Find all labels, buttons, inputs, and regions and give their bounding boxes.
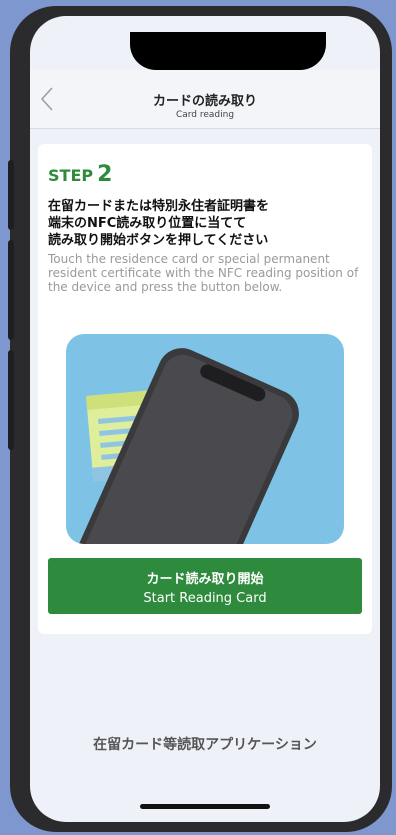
notch [130,32,326,70]
instruction-line: 読み取り開始ボタンを押してください [48,233,269,248]
instruction-line: 端末のNFC読み取り位置に当てて [48,216,247,231]
instruction-japanese: 在留カードまたは特別永住者証明書を 端末のNFC読み取り位置に当てて 読み取り開… [48,198,364,249]
phone-side-button [8,160,14,230]
phone-side-button [8,350,14,450]
page-subtitle: Card reading [175,110,235,120]
home-indicator[interactable] [140,804,270,809]
instruction-line: 在留カードまたは特別永住者証明書を [48,199,270,214]
page-title: カードの読み取り [152,94,257,109]
step-indicator: STEP 2 [48,162,112,187]
header-bar: カードの読み取り Card reading [30,70,380,129]
app-name-footer: 在留カード等読取アプリケーション [93,737,317,753]
phone-side-button [8,240,14,340]
start-button-label-en: Start Reading Card [143,590,267,606]
instruction-english: Touch the residence card or special perm… [48,252,359,294]
phone-screen: カードの読み取り Card reading STEP 2 在留カードまたは特別永住… [30,16,380,822]
step-word: STEP [48,166,94,185]
start-button-label-ja: カード読み取り開始 [146,571,264,587]
start-reading-button[interactable]: カード読み取り開始 Start Reading Card [48,558,362,614]
instruction-card: STEP 2 在留カードまたは特別永住者証明書を 端末のNFC読み取り位置に当てて… [38,144,372,634]
nfc-phone-card-illustration [66,334,344,544]
step-number: 2 [97,162,113,187]
